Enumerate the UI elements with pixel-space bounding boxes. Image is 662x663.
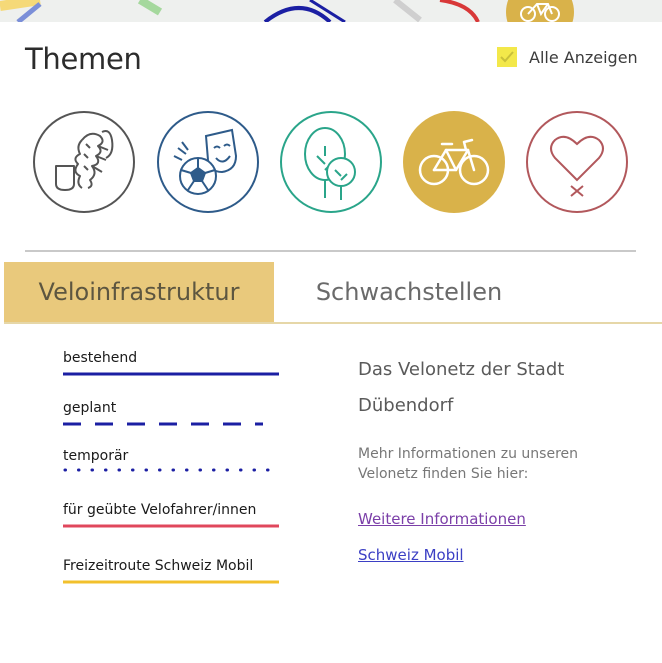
show-all-label: Alle Anzeigen (529, 47, 638, 67)
info-section: Das Velonetz der Stadt Dübendorf Mehr In… (358, 352, 638, 564)
legend-item: für geübte Velofahrer/innen (63, 502, 279, 528)
link-schweiz-mobil[interactable]: Schweiz Mobil (358, 546, 638, 564)
info-text: Mehr Informationen zu unseren Velonetz f… (358, 446, 579, 482)
legend-label: für geübte Velofahrer/innen (63, 502, 257, 518)
legend-line-solid-red (63, 524, 279, 528)
info-title: Das Velonetz der Stadt Dübendorf (358, 359, 565, 416)
legend-item: Freizeitroute Schweiz Mobil (63, 558, 279, 584)
legend-label: geplant (63, 400, 117, 416)
theme-health-button[interactable] (525, 110, 629, 214)
theme-bicycle-button[interactable] (402, 110, 506, 214)
panel-title: Themen (25, 42, 142, 76)
link-weitere-informationen[interactable]: Weitere Informationen (358, 510, 638, 528)
heart-icon (526, 111, 628, 213)
tab-schwachstellen[interactable]: Schwachstellen (274, 262, 544, 322)
tab-veloinfrastruktur[interactable]: Veloinfrastruktur (4, 262, 274, 322)
legend-item: temporär (63, 448, 275, 472)
checkmark-icon (500, 51, 514, 63)
tab-underline (4, 322, 662, 324)
legend-item: bestehend (63, 350, 279, 376)
section-divider (25, 250, 636, 252)
legend: bestehend geplant temporär für geübte Ve… (0, 342, 330, 602)
bicycle-icon (403, 111, 505, 213)
tab-bar: Veloinfrastruktur Schwachstellen (0, 262, 662, 324)
trees-icon (280, 111, 382, 213)
legend-line-solid-yellow (63, 580, 279, 584)
legend-label: Freizeitroute Schweiz Mobil (63, 558, 254, 574)
heraldic-lion-icon (33, 111, 135, 213)
legend-label: bestehend (63, 350, 138, 366)
theme-selector (0, 110, 662, 218)
themes-panel: Themen Alle Anzeigen Veloinfrastruktur S… (0, 22, 662, 663)
legend-line-solid-blue (63, 372, 279, 376)
theme-history-button[interactable] (32, 110, 136, 214)
show-all-checkbox[interactable] (497, 47, 517, 67)
legend-label: temporär (63, 448, 129, 464)
theme-nature-button[interactable] (279, 110, 383, 214)
show-all-toggle[interactable]: Alle Anzeigen (497, 47, 638, 67)
legend-line-dotted-blue (63, 468, 275, 472)
legend-line-dashed-blue (63, 422, 263, 426)
legend-item: geplant (63, 400, 263, 426)
theme-leisure-button[interactable] (156, 110, 260, 214)
map-background[interactable] (0, 0, 662, 22)
football-theater-mask-icon (157, 111, 259, 213)
